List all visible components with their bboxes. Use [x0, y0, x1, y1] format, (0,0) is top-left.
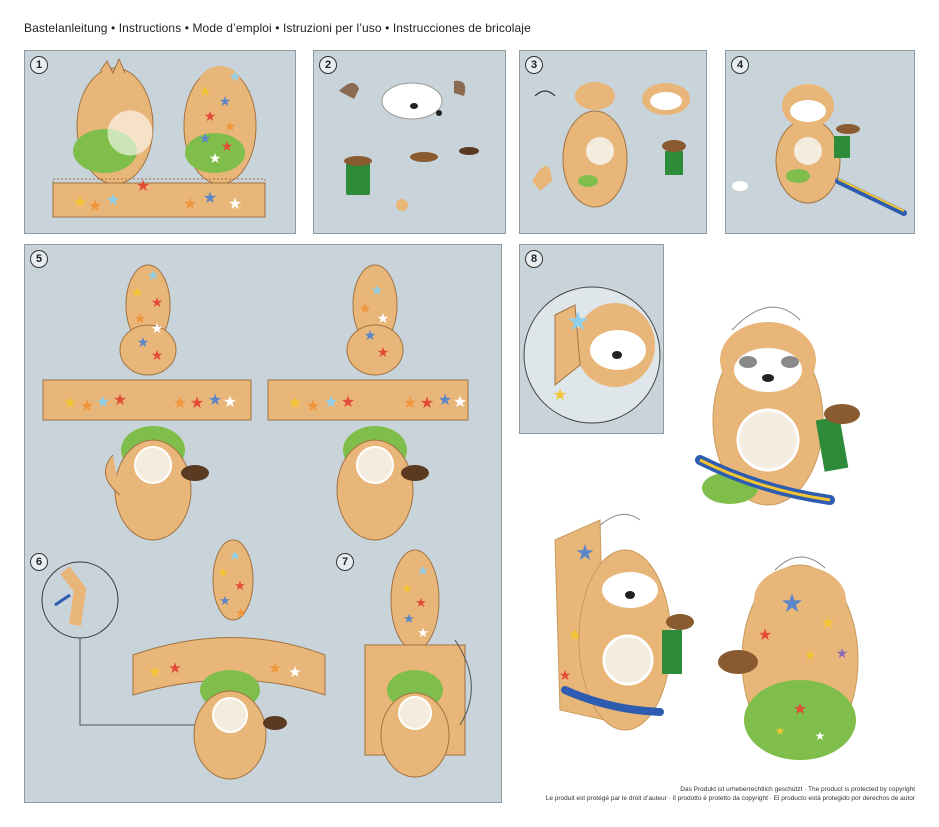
svg-text:★: ★ — [324, 394, 338, 411]
svg-text:★: ★ — [559, 667, 572, 683]
svg-text:★: ★ — [113, 392, 127, 409]
svg-text:★: ★ — [288, 664, 301, 681]
svg-text:★: ★ — [229, 548, 241, 563]
svg-text:★: ★ — [341, 394, 355, 411]
svg-text:★: ★ — [371, 282, 384, 298]
svg-text:★: ★ — [204, 108, 217, 124]
step-number-5: 5 — [30, 250, 48, 268]
svg-text:★: ★ — [775, 724, 786, 738]
svg-text:★: ★ — [377, 344, 390, 360]
svg-text:★: ★ — [151, 320, 164, 336]
copyright-line-2: Le produit est protégé par le droit d’au… — [545, 795, 915, 802]
svg-text:★: ★ — [63, 395, 77, 412]
svg-text:★: ★ — [403, 611, 415, 626]
svg-text:★: ★ — [758, 627, 772, 644]
step-4-illustration — [732, 84, 907, 216]
svg-text:★: ★ — [235, 605, 247, 620]
svg-text:★: ★ — [221, 138, 234, 154]
svg-text:★: ★ — [821, 615, 835, 632]
step-3-illustration — [532, 82, 690, 208]
svg-text:★: ★ — [217, 565, 229, 580]
svg-text:★: ★ — [793, 701, 807, 718]
svg-text:★: ★ — [359, 300, 372, 316]
step-number-3: 3 — [525, 56, 543, 74]
step-panel-1: ★ ★ ★ ★ ★ ★ ★ ★ ★ ★ ★ ★ ★ ★ ★ 1 — [24, 50, 296, 234]
svg-text:★: ★ — [190, 395, 204, 412]
assembly-right: ★★ ★★ ★ ★ ★ ★ ★ ★ ★ ★ ★ — [267, 264, 469, 541]
svg-text:★: ★ — [836, 645, 849, 661]
svg-text:★: ★ — [148, 664, 161, 681]
svg-text:★: ★ — [151, 347, 164, 363]
finished-lantern-side: ★ ★ ★ — [554, 513, 694, 731]
step-number-6: 6 — [30, 553, 48, 571]
finished-lantern-back: ★ ★ ★ ★ ★ ★ ★ ★ — [718, 556, 859, 760]
svg-text:★: ★ — [306, 398, 320, 415]
svg-text:★: ★ — [401, 581, 413, 596]
svg-text:★: ★ — [134, 310, 147, 326]
svg-text:★: ★ — [438, 392, 452, 409]
svg-text:★: ★ — [288, 395, 302, 412]
svg-text:★: ★ — [73, 194, 87, 211]
svg-text:★: ★ — [228, 196, 242, 213]
svg-text:★: ★ — [219, 593, 231, 608]
step-panel-4: 4 — [725, 50, 915, 234]
page-title: Bastelanleitung • Instructions • Mode d’… — [24, 21, 531, 35]
svg-text:★: ★ — [209, 150, 222, 166]
svg-text:★: ★ — [804, 647, 817, 663]
step-number-2: 2 — [319, 56, 337, 74]
svg-text:★: ★ — [229, 68, 242, 84]
svg-text:★: ★ — [173, 395, 187, 412]
svg-text:★: ★ — [553, 387, 567, 404]
svg-text:★: ★ — [208, 392, 222, 409]
assembly-left: ★★ ★★ ★★ ★ ★ ★ ★ ★ ★ ★ ★ ★ — [42, 264, 252, 541]
svg-text:★: ★ — [420, 395, 434, 412]
step-number-8: 8 — [525, 250, 543, 268]
step-5-7-illustration: ★★ ★★ ★★ ★ ★ ★ ★ ★ ★ ★ ★ ★ ★★ ★★ ★ ★ ★ ★… — [41, 264, 472, 780]
svg-text:★: ★ — [377, 310, 390, 326]
svg-text:★: ★ — [568, 627, 582, 644]
svg-text:★: ★ — [183, 196, 197, 213]
svg-text:★: ★ — [131, 284, 144, 300]
svg-text:★: ★ — [199, 130, 212, 146]
svg-text:★: ★ — [403, 395, 417, 412]
step-number-4: 4 — [731, 56, 749, 74]
svg-text:★: ★ — [168, 660, 181, 677]
svg-text:★: ★ — [415, 595, 427, 610]
step-number-1: 1 — [30, 56, 48, 74]
finished-lantern-front — [695, 306, 860, 506]
step-8-illustration: ★ ★ — [523, 286, 661, 424]
step-panel-5: ★ ★ ★ ★ ★ ★ ★ ★ ★ ★ ★ ★ ★ ★ ★ ★ ★ ★ ★ ★ … — [24, 244, 502, 803]
svg-text:★: ★ — [575, 540, 595, 565]
step-2-illustration — [339, 80, 479, 211]
svg-text:★: ★ — [151, 294, 164, 310]
svg-text:★: ★ — [106, 192, 120, 209]
svg-text:★: ★ — [364, 327, 377, 343]
step-panel-8: ★ ★ 8 — [519, 244, 664, 434]
svg-text:★: ★ — [223, 394, 237, 411]
step-panel-3: 3 — [519, 50, 707, 234]
svg-text:★: ★ — [453, 394, 467, 411]
svg-text:★: ★ — [815, 729, 826, 743]
svg-text:★: ★ — [96, 394, 110, 411]
svg-text:★: ★ — [203, 190, 217, 207]
copyright-line-1: Das Produkt ist urheberrechtlich geschüt… — [680, 786, 915, 793]
svg-text:★: ★ — [199, 83, 212, 99]
svg-text:★: ★ — [137, 334, 150, 350]
svg-text:★: ★ — [268, 660, 281, 677]
svg-text:★: ★ — [224, 118, 237, 134]
step-panel-2: 2 — [313, 50, 506, 234]
svg-text:★: ★ — [88, 198, 102, 215]
svg-text:★: ★ — [136, 178, 150, 195]
svg-text:★: ★ — [566, 306, 589, 336]
svg-text:★: ★ — [147, 267, 160, 283]
step-1-illustration: ★★ ★★ ★ ★ ★★ ★ ★ ★★ ★ ★ ★ — [52, 57, 266, 218]
svg-text:★: ★ — [234, 578, 246, 593]
svg-text:★: ★ — [219, 93, 232, 109]
svg-text:★: ★ — [417, 625, 429, 640]
svg-text:★: ★ — [417, 563, 429, 578]
svg-text:★: ★ — [80, 398, 94, 415]
svg-text:★: ★ — [780, 588, 803, 618]
step-number-7: 7 — [336, 553, 354, 571]
